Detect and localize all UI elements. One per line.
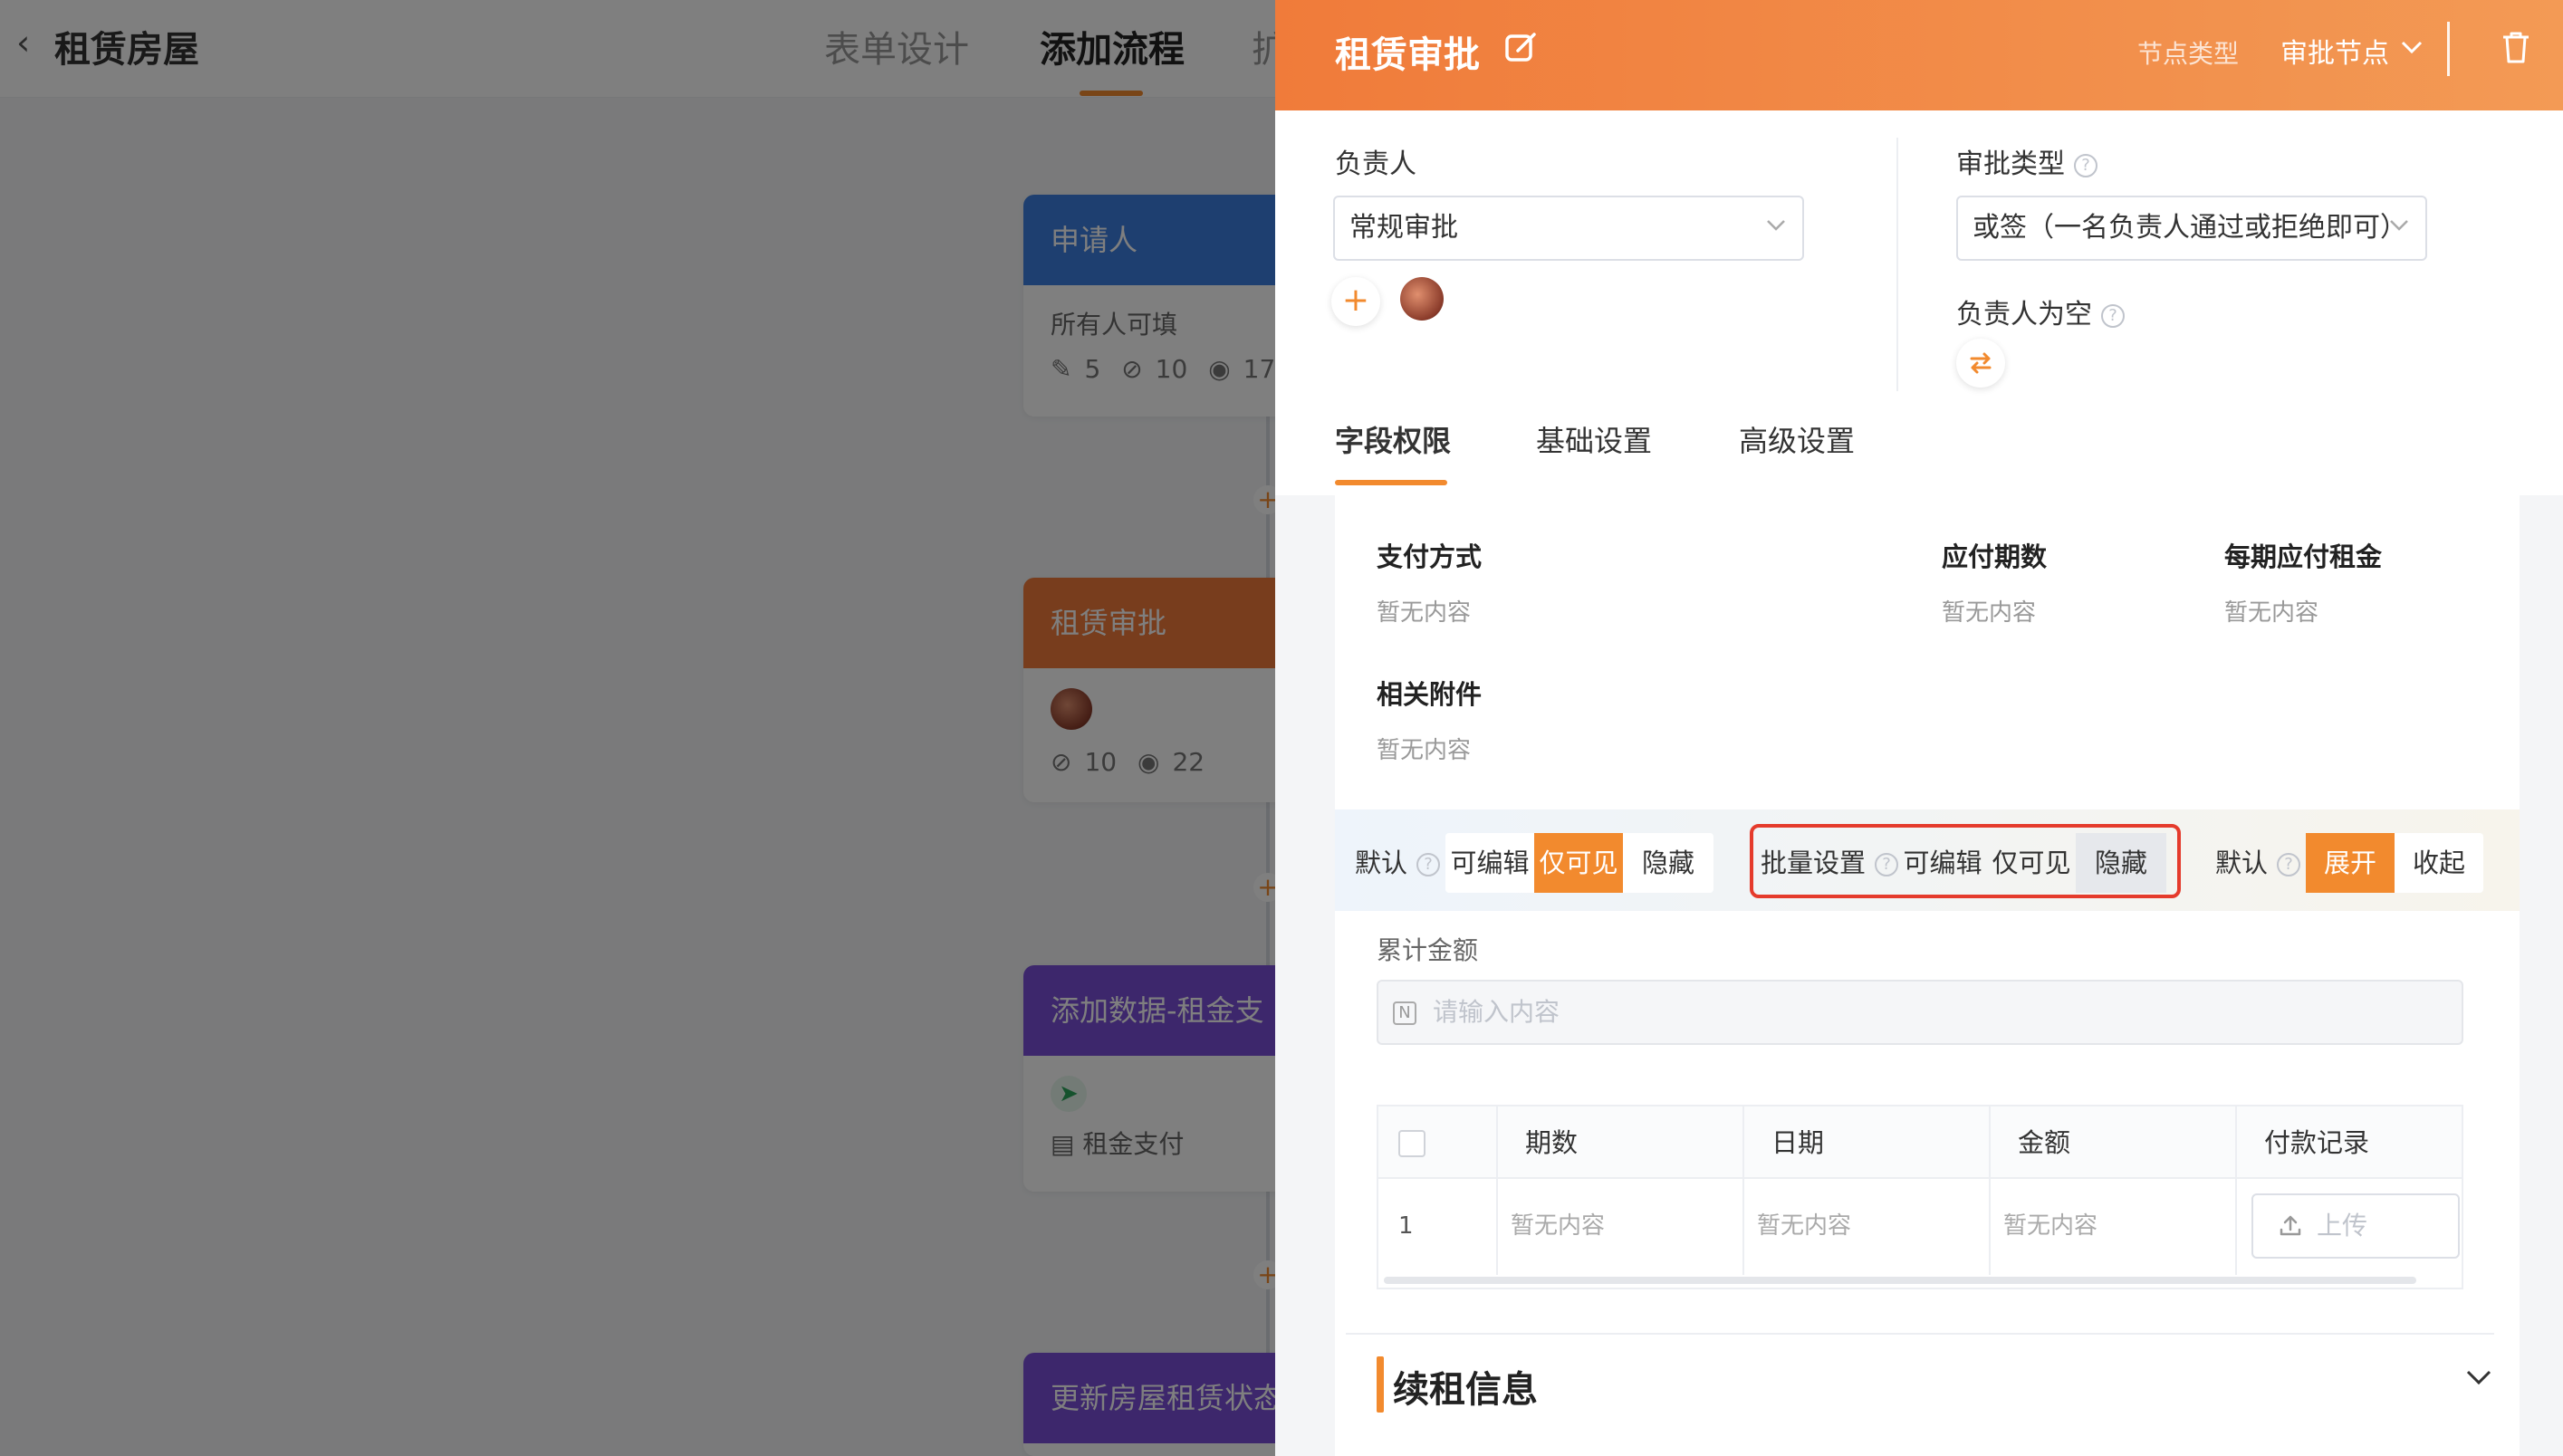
empty-assignee-label: 负责人为空? [1956,292,2125,331]
column-divider [1496,1106,1498,1275]
column-divider [1896,138,1898,391]
horizontal-scrollbar[interactable] [1384,1277,2416,1284]
column-header: 金额 [2018,1127,2071,1158]
default-expand-label: 默认? [2215,833,2301,893]
drawer-header: 租赁审批 节点类型 审批节点 [1275,0,2563,110]
help-icon[interactable]: ? [2074,153,2097,177]
row-index: 1 [1398,1212,1414,1240]
expand-collapse-segmented: 展开 收起 [2306,833,2483,893]
default-permission-segmented: 可编辑 仅可见 隐藏 [1445,833,1713,893]
assignee-label: 负责人 [1335,148,1416,180]
approval-type-label-text: 审批类型 [1956,148,2065,180]
section-accent-bar [1377,1356,1384,1413]
chevron-down-icon [1767,220,1785,231]
assignee-select[interactable]: 常规审批 [1333,196,1804,261]
field-label: 每期应付租金 [2224,541,2383,572]
upload-icon [2280,1215,2301,1236]
active-tab-indicator [1335,480,1447,485]
add-assignee-button[interactable]: + [1331,277,1380,326]
table-cell[interactable]: 暂无内容 [1511,1179,1605,1273]
chevron-down-icon[interactable] [2400,40,2424,54]
field-value: 暂无内容 [1942,599,2037,627]
avatar[interactable] [1400,277,1444,321]
node-type-select[interactable]: 审批节点 [2280,31,2389,71]
default-perm-label: 默认? [1355,833,1441,893]
default-perm-label-text: 默认 [1355,848,1408,878]
approval-type-select[interactable]: 或签（一名负责人通过或拒绝即可） [1956,196,2427,261]
approval-type-label: 审批类型? [1956,141,2097,181]
column-header: 日期 [1771,1127,1825,1158]
section-title: 续租信息 [1393,1369,1538,1411]
payment-subtable: 期数 日期 金额 付款记录 1 暂无内容 暂无内容 暂无内容 上传 [1377,1105,2463,1289]
drawer-settings-panel: 负责人 常规审批 + 审批类型? 或签（一名负责人通过或拒绝即可） 负责人为空?… [1275,110,2563,495]
chevron-down-icon [2390,220,2408,231]
empty-assignee-label-text: 负责人为空 [1956,299,2092,330]
perm-option-editable[interactable]: 可编辑 [1445,833,1534,893]
form-preview [1335,495,2520,1456]
chevron-down-icon[interactable] [2465,1369,2492,1385]
swap-icon [1970,352,1992,374]
select-all-checkbox[interactable] [1398,1130,1425,1157]
default-expand-label-text: 默认 [2215,848,2269,878]
table-header: 期数 日期 金额 付款记录 [1378,1106,2462,1179]
field-label: 支付方式 [1377,541,1483,572]
assignee-select-value: 常规审批 [1349,212,1458,244]
perm-option-hidden[interactable]: 隐藏 [1623,833,1713,893]
upload-label: 上传 [2317,1211,2368,1240]
column-divider [1989,1106,1991,1275]
expand-option[interactable]: 展开 [2306,833,2395,893]
column-divider [2235,1106,2237,1275]
swap-button[interactable] [1956,339,2005,388]
number-icon: N [1393,1001,1416,1025]
approval-type-select-value: 或签（一名负责人通过或拒绝即可） [1973,212,2407,244]
tab-field-permissions[interactable]: 字段权限 [1335,418,1451,460]
help-icon[interactable]: ? [2277,853,2301,876]
field-label: 应付期数 [1942,541,2048,572]
column-header: 付款记录 [2264,1127,2370,1158]
collapse-option[interactable]: 收起 [2395,833,2483,893]
field-value: 暂无内容 [1377,599,1472,627]
perm-option-view-only[interactable]: 仅可见 [1534,833,1623,893]
field-value: 暂无内容 [1377,737,1472,764]
help-icon[interactable]: ? [2101,303,2125,328]
table-cell[interactable]: 暂无内容 [2003,1179,2097,1273]
drawer-tabs: 字段权限 基础设置 高级设置 [1275,418,2563,495]
field-label: 相关附件 [1377,679,1483,710]
column-divider [1742,1106,1744,1275]
cumulative-amount-label: 累计金额 [1377,935,1479,965]
field-value: 暂无内容 [2224,599,2319,627]
upload-button[interactable]: 上传 [2251,1193,2460,1259]
edit-icon[interactable] [1503,29,1540,65]
cumulative-amount-input[interactable]: N 请输入内容 [1377,980,2463,1045]
section-divider [1346,1333,2494,1335]
tab-advanced-settings[interactable]: 高级设置 [1739,418,1855,460]
input-placeholder: 请输入内容 [1433,997,1560,1027]
table-cell[interactable]: 暂无内容 [1757,1179,1851,1273]
highlight-box [1750,824,2181,898]
column-header: 期数 [1525,1127,1579,1158]
tab-basic-settings[interactable]: 基础设置 [1536,418,1652,460]
node-type-label: 节点类型 [2137,39,2240,69]
header-divider [2447,22,2450,76]
drawer-title: 租赁审批 [1335,34,1480,76]
trash-icon[interactable] [2500,29,2532,65]
help-icon[interactable]: ? [1416,853,1441,876]
